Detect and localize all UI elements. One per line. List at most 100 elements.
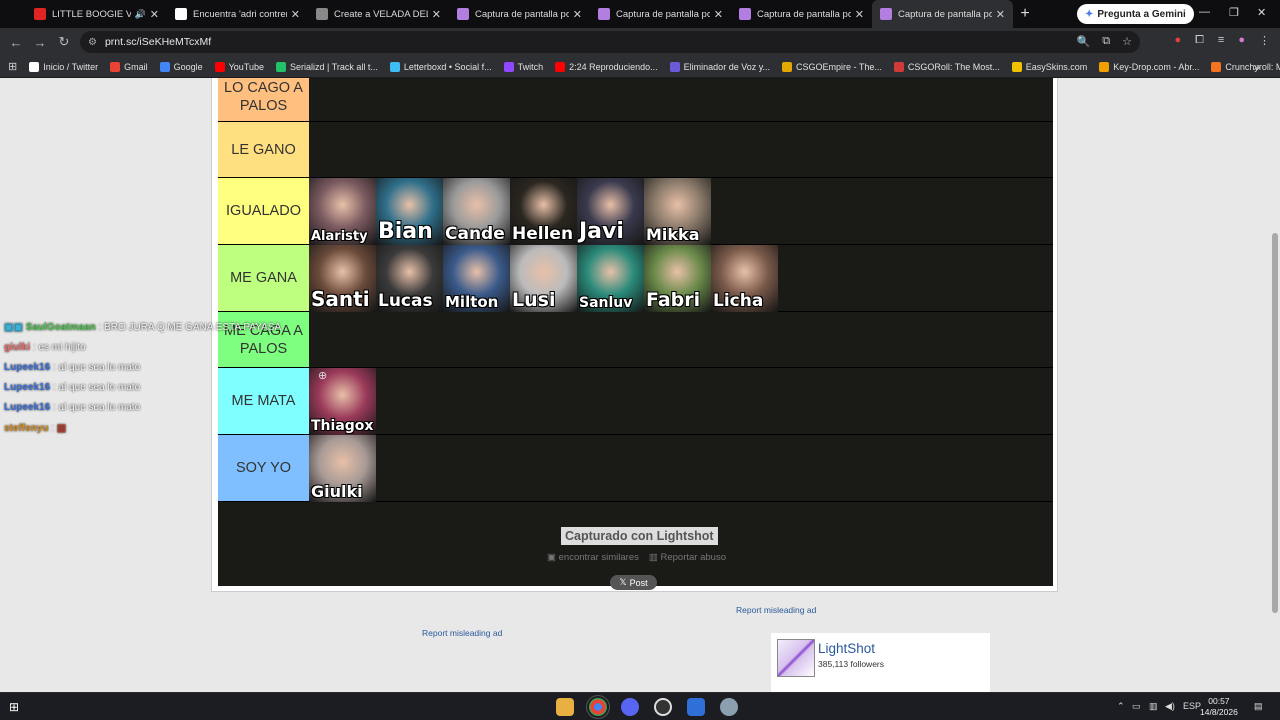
menu-icon[interactable]: ⋮ (1259, 34, 1270, 47)
browser-tab[interactable]: Captura de pantalla por Li ✕ (449, 0, 590, 28)
language-indicator[interactable]: ESP (1183, 701, 1201, 711)
bookmark-item[interactable]: Eliminador de Voz y... (669, 61, 770, 72)
report-misleading-ad-link-2[interactable]: Report misleading ad (422, 628, 502, 638)
gemini-button[interactable]: ✦ Pregunta a Gemini (1077, 4, 1194, 24)
tier-item-card[interactable]: Bian (376, 178, 443, 245)
tab-label: LITTLE BOOGIE VS EL (52, 8, 131, 20)
report-abuse-link[interactable]: ▥ Reportar abuso (649, 552, 726, 563)
page-scrollbar[interactable] (1270, 78, 1280, 692)
bookmark-item[interactable]: CSGOEmpire - The... (782, 61, 882, 72)
restore-icon[interactable]: ❐ (1229, 6, 1239, 19)
bookmark-item[interactable]: Inicio / Twitter (29, 61, 98, 72)
tab-close-icon[interactable]: ✕ (573, 8, 582, 21)
browser-tab[interactable]: Captura de pantalla por Li ✕ (731, 0, 872, 28)
scrollbar-thumb[interactable] (1272, 233, 1278, 613)
bookmark-star-icon[interactable]: ☆ (1122, 35, 1132, 48)
tier-item-card[interactable]: Alaristy (309, 178, 376, 245)
tab-close-icon[interactable]: ✕ (150, 8, 159, 21)
tier-item-card[interactable]: Hellen (510, 178, 577, 245)
clock[interactable]: 00:57 14/8/2026 (1200, 696, 1238, 718)
forward-icon[interactable]: → (28, 35, 52, 50)
bookmark-item[interactable]: Key-Drop.com - Abr... (1099, 61, 1199, 72)
chat-message: giulki : es mi hijito (4, 342, 86, 353)
bookmark-item[interactable]: Gmail (110, 61, 148, 72)
site-info-icon[interactable]: ⚙ (88, 37, 97, 48)
browser-tab[interactable]: Encuentra 'adri contreras' e ✕ (167, 0, 308, 28)
apps-grid-icon[interactable]: ⊞ (8, 60, 17, 73)
tier-item-card[interactable]: Sanluv (577, 245, 644, 312)
tab-close-icon[interactable]: ✕ (291, 8, 300, 21)
reload-icon[interactable]: ↻ (52, 34, 76, 50)
x-post-button[interactable]: 𝕏 Post (610, 575, 657, 590)
steam-icon[interactable] (720, 698, 738, 716)
bookmark-item[interactable]: EasySkins.com (1011, 61, 1087, 72)
clock-time: 00:57 (1208, 696, 1230, 706)
discord-icon[interactable] (621, 698, 639, 716)
close-window-icon[interactable]: ✕ (1257, 6, 1266, 19)
tier-item-card[interactable]: Giulki (309, 435, 376, 502)
extensions-puzzle-icon[interactable]: ⧠ (1195, 34, 1204, 47)
tier-item-card[interactable]: Cande (443, 178, 510, 245)
install-icon[interactable]: ⧉ (1102, 35, 1110, 48)
tab-close-icon[interactable]: ✕ (996, 8, 1005, 21)
tray-chevron-icon[interactable]: ⌃ (1117, 701, 1125, 712)
zoom-icon[interactable]: 🔍 (1077, 35, 1091, 48)
tier-list: LO CAGO A PALOS LE GANO IGUALADO Alaristy Bi… (218, 78, 1053, 586)
lightshot-name: LightShot (818, 641, 876, 656)
windows-start-icon[interactable]: ⊞ (9, 700, 19, 714)
tier-row: ME MATA Thiagox (218, 368, 1053, 435)
url-text: prnt.sc/iSeKHeMTcxMf (104, 36, 212, 48)
tier-item-card[interactable]: Santi (309, 245, 376, 312)
tier-item-card[interactable]: Licha (711, 245, 778, 312)
bookmark-item[interactable]: Crunchyroll: Mira an... (1211, 61, 1280, 72)
tier-item-card[interactable]: Javi (577, 178, 644, 245)
bookmark-item[interactable]: Serializd | Track all t... (276, 61, 378, 72)
extension-icon[interactable]: ● (1174, 34, 1181, 47)
address-bar[interactable]: ⚙ prnt.sc/iSeKHeMTcxMf 🔍 ⧉ ☆ (80, 31, 1140, 53)
tier-item-card[interactable]: Milton (443, 245, 510, 312)
bookmark-item[interactable]: 2:24 Reproduciendo... (555, 61, 658, 72)
back-icon[interactable]: ← (4, 35, 28, 50)
bookmarks-bar: ⊞ Inicio / Twitter Gmail Google YouTube Seri… (0, 56, 1280, 78)
bookmark-item[interactable]: Twitch (503, 61, 543, 72)
tier-item-card[interactable]: Mikka (644, 178, 711, 245)
new-tab-button[interactable]: + (1013, 5, 1037, 23)
notifications-icon[interactable]: ▤ (1254, 701, 1263, 712)
more-bookmarks-icon[interactable]: » (1253, 60, 1260, 74)
profile-avatar[interactable]: ● (1238, 34, 1245, 47)
tab-audio-icon[interactable]: 🔊 (135, 9, 146, 20)
browser-tab[interactable]: LITTLE BOOGIE VS EL 🔊 ✕ (26, 0, 167, 28)
file-explorer-icon[interactable] (556, 698, 574, 716)
chrome-icon[interactable] (586, 695, 610, 719)
bookmark-item[interactable]: Google (159, 61, 203, 72)
tab-close-icon[interactable]: ✕ (714, 8, 723, 21)
tier-item-card[interactable]: Fabri (644, 245, 711, 312)
minimize-icon[interactable]: — (1199, 6, 1210, 18)
browser-toolbar: ← → ↻ ⚙ prnt.sc/iSeKHeMTcxMf 🔍 ⧉ ☆ ● ⧠ ≡… (0, 28, 1280, 56)
tab-close-icon[interactable]: ✕ (432, 8, 441, 21)
bookmark-item[interactable]: CSGORoll: The Most... (893, 61, 1000, 72)
obs-icon[interactable] (654, 698, 672, 716)
tier-row: ME CAGA A PALOS (218, 312, 1053, 368)
camera-icon: ▣ (547, 552, 556, 563)
tier-item-card[interactable]: Lucas (376, 245, 443, 312)
bookmark-item[interactable]: Letterboxd • Social f... (389, 61, 492, 72)
browser-tab[interactable]: Create a VELADA DEL AÑO ✕ (308, 0, 449, 28)
find-similar-link[interactable]: ▣ encontrar similares (547, 552, 639, 563)
lightshot-card[interactable]: LightShot 385,113 followers (771, 633, 990, 692)
bookmark-favicon-icon (1011, 61, 1022, 72)
media-icon[interactable]: ≡ (1218, 34, 1224, 47)
tier-items: Santi Lucas Milton Lusi Sanluv Fabri Licha (309, 245, 1053, 312)
tab-close-icon[interactable]: ✕ (855, 8, 864, 21)
report-misleading-ad-link[interactable]: Report misleading ad (736, 605, 816, 615)
tier-item-card[interactable]: Lusi (510, 245, 577, 312)
ea-app-icon[interactable] (687, 698, 705, 716)
tab-favicon-icon (34, 8, 46, 20)
network-icon[interactable]: ▥ (1149, 701, 1158, 712)
bookmark-item[interactable]: YouTube (214, 61, 264, 72)
tray-app-icon[interactable]: ▭ (1132, 701, 1141, 712)
browser-tab[interactable]: Captura de pantalla por Li ✕ (590, 0, 731, 28)
volume-icon[interactable]: ◀) (1165, 701, 1175, 712)
browser-tab[interactable]: Captura de pantalla por Li ✕ (872, 0, 1013, 28)
image-actions: ▣ encontrar similares ▥ Reportar abuso (547, 552, 726, 563)
